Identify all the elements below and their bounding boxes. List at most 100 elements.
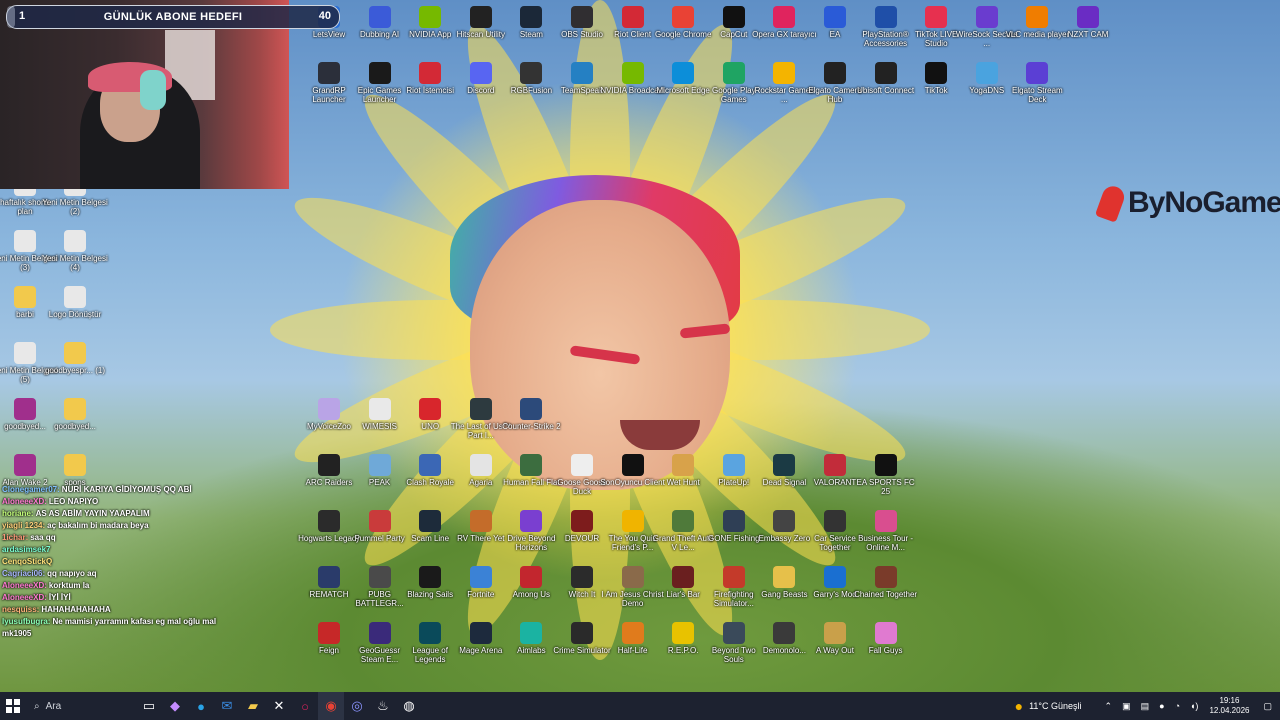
discord-taskbar-icon[interactable]: ◎ bbox=[344, 692, 370, 720]
embassy-icon bbox=[773, 510, 796, 532]
youquiz-icon bbox=[621, 510, 644, 532]
desktop-icon[interactable]: Yeni Metin Belgesi (4) bbox=[42, 230, 108, 272]
desktop-icon[interactable]: NZXT CAM bbox=[1055, 6, 1121, 39]
chat-username[interactable]: AloneeeXD: bbox=[2, 581, 47, 590]
peak-icon bbox=[368, 454, 391, 476]
riot-icon bbox=[419, 62, 442, 84]
yogadns-icon bbox=[975, 62, 998, 84]
start-button[interactable] bbox=[0, 692, 26, 720]
deadsignal-icon bbox=[773, 454, 796, 476]
desktop-icon[interactable]: Chained Together bbox=[853, 566, 919, 599]
chat-username[interactable]: lyusufbugra: bbox=[2, 617, 50, 626]
chat-message: ardasimsek7 bbox=[2, 544, 302, 556]
outlook-icon[interactable]: ✉ bbox=[214, 692, 240, 720]
wimesis-icon bbox=[368, 398, 391, 420]
carservice-icon bbox=[824, 510, 846, 532]
edge-taskbar-icon[interactable]: ● bbox=[188, 692, 214, 720]
network-icon[interactable]: ▤ bbox=[1141, 701, 1150, 712]
chat-message: Cagriaci06: qq napıyo aq bbox=[2, 568, 302, 580]
valorant-icon bbox=[824, 454, 846, 476]
chat-username[interactable]: yiagli 1234: bbox=[2, 521, 45, 530]
nvidia-icon bbox=[621, 62, 644, 84]
businesstour-icon bbox=[874, 510, 897, 532]
desktop-icon[interactable]: Logo Dönüştür bbox=[42, 286, 108, 319]
xbox-icon[interactable]: ✕ bbox=[266, 692, 292, 720]
beyond-icon bbox=[722, 622, 745, 644]
desktop-icon-label: Yeni Metin Belgesi (4) bbox=[42, 254, 108, 272]
myvoicezoo-icon bbox=[318, 398, 340, 420]
tlou-icon bbox=[469, 398, 492, 420]
tiktok-live-icon bbox=[925, 6, 948, 28]
desktop-icon[interactable]: Elgato Stream Deck bbox=[1004, 62, 1070, 104]
chat-message: lyusufbugra: Ne mamisi yarramın kafası eg… bbox=[2, 616, 302, 628]
chat-username[interactable]: AloneeeXD: bbox=[2, 593, 47, 602]
chat-username[interactable]: AloneeeXD: bbox=[2, 497, 47, 506]
chat-text: LEO NAPIYO bbox=[48, 497, 99, 506]
chat-message: 1ichar: saa qq bbox=[2, 532, 302, 544]
taskbar-search[interactable]: ⌕ Ara bbox=[26, 692, 136, 720]
system-tray: ● 11°C Güneşli ⌃ ▣ ▤ ● ◔ ◖) 19:16 12.04.… bbox=[1015, 692, 1280, 720]
capcut-icon bbox=[722, 6, 745, 28]
desktop-icon[interactable]: EA SPORTS FC 25 bbox=[853, 454, 919, 496]
folder-icon bbox=[64, 342, 86, 364]
desktop-icon[interactable]: spons bbox=[42, 454, 108, 487]
chat-username[interactable]: ardasimsek7 bbox=[2, 545, 50, 554]
hogwarts-icon bbox=[318, 510, 340, 532]
taskbar-clock[interactable]: 19:16 12.04.2026 bbox=[1209, 696, 1249, 716]
hitscan-icon bbox=[469, 6, 492, 28]
chat-text: qq napıyo aq bbox=[47, 569, 97, 578]
chat-message: Clonegamer07: NURİ KARIYA GİDİYOMUŞ QQ AB… bbox=[2, 484, 302, 496]
obs-taskbar-icon[interactable]: ◍ bbox=[396, 692, 422, 720]
hff-icon bbox=[520, 454, 543, 476]
aimlabs-icon bbox=[520, 622, 543, 644]
chat-text: saa qq bbox=[30, 533, 56, 542]
halflife-icon bbox=[621, 622, 644, 644]
brand-logo: ByNoGame bbox=[1094, 183, 1280, 223]
chat-text: NURİ KARIYA GİDİYOMUŞ QQ ABİ bbox=[61, 485, 192, 494]
chat-username[interactable]: CenqoStickQ bbox=[2, 557, 52, 566]
file-explorer-icon[interactable]: ▰ bbox=[240, 692, 266, 720]
desktop-icon[interactable]: Fall Guys bbox=[853, 622, 919, 655]
firefighting-icon bbox=[722, 566, 745, 588]
desktop-icon-label: Counter-Strike 2 bbox=[502, 422, 561, 431]
chat-username[interactable]: Cagriaci06: bbox=[2, 569, 45, 578]
notifications-icon[interactable]: ▢ bbox=[1263, 701, 1272, 712]
clash-icon bbox=[419, 454, 442, 476]
desktop-icon[interactable]: goodbyed... bbox=[42, 398, 108, 431]
chat-username[interactable]: Clonegamer07: bbox=[2, 485, 60, 494]
chat-username[interactable]: mk1905 bbox=[2, 629, 31, 638]
gmod-icon bbox=[824, 566, 846, 588]
archive-icon bbox=[14, 398, 36, 420]
copilot-icon[interactable]: ◆ bbox=[162, 692, 188, 720]
chat-message: yiagli 1234: aç bakalım bi madara beya bbox=[2, 520, 302, 532]
chat-username[interactable]: nesquiss: bbox=[2, 605, 39, 614]
weather-icon: ● bbox=[1014, 698, 1024, 714]
wifi-icon[interactable]: ◔ bbox=[1175, 701, 1180, 711]
desktop-icon[interactable]: Business Tour - Online M... bbox=[853, 510, 919, 552]
task-view-button[interactable]: ▭ bbox=[136, 692, 162, 720]
tray-app-icon[interactable]: ▣ bbox=[1122, 701, 1131, 712]
steam-taskbar-icon[interactable]: ♨ bbox=[370, 692, 396, 720]
volume-icon[interactable]: ◖) bbox=[1190, 701, 1198, 711]
repo-icon bbox=[672, 622, 695, 644]
desktop-icon-label: Fall Guys bbox=[868, 646, 903, 655]
chat-message: AloneeeXD: LEO NAPIYO bbox=[2, 496, 302, 508]
chat-text: HAHAHAHAHAHA bbox=[41, 605, 111, 614]
desktop-icon[interactable]: Counter-Strike 2 bbox=[498, 398, 564, 431]
desktop-icon[interactable]: goodbyespr... (1) bbox=[42, 342, 108, 375]
demonologist-icon bbox=[773, 622, 796, 644]
opera-taskbar-icon[interactable]: ○ bbox=[292, 692, 318, 720]
rockstar-icon bbox=[773, 62, 796, 84]
folder-icon bbox=[64, 454, 86, 476]
desktop-icon-label: Logo Dönüştür bbox=[48, 310, 102, 319]
edge-icon bbox=[672, 62, 695, 84]
microphone-icon[interactable]: ● bbox=[1159, 701, 1164, 711]
chat-message: horiane: AS AS ABİM YAYIN YAAPALIM bbox=[2, 508, 302, 520]
uno-icon bbox=[419, 398, 442, 420]
chat-username[interactable]: 1ichar: bbox=[2, 533, 28, 542]
chat-username[interactable]: horiane: bbox=[2, 509, 34, 518]
weather-text[interactable]: 11°C Güneşli bbox=[1029, 701, 1081, 711]
chrome-taskbar-icon[interactable]: ◉ bbox=[318, 692, 344, 720]
liarsbar-icon bbox=[672, 566, 695, 588]
tray-overflow-icon[interactable]: ⌃ bbox=[1105, 701, 1113, 712]
